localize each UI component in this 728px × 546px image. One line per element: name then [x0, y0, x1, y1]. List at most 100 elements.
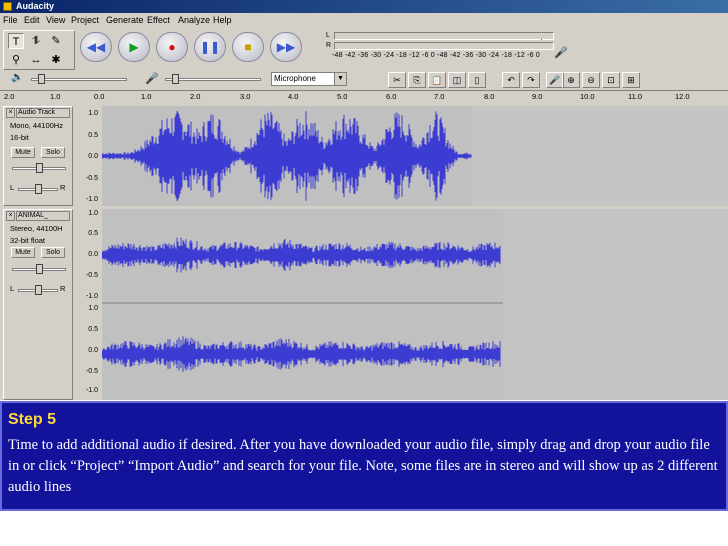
app-icon [3, 2, 12, 11]
close-track-icon[interactable]: × [6, 108, 15, 118]
gain-slider[interactable] [12, 264, 66, 274]
waveform-track-1[interactable] [102, 106, 472, 206]
draw-tool-icon[interactable]: ✎ [48, 33, 64, 49]
menu-file[interactable]: File [3, 13, 18, 28]
mute-button[interactable]: Mute [11, 147, 35, 158]
tools-toolbar: T ⥮ ✎ ⚲ ↔ ✱ [3, 30, 75, 70]
step-instruction-box: Step 5 Time to add additional audio if d… [0, 401, 728, 511]
menu-help[interactable]: Help [213, 13, 232, 28]
fit-project-icon[interactable]: ⊞ [622, 72, 640, 88]
scale-label: -0.5 [85, 272, 98, 279]
menu-effect[interactable]: Effect [147, 13, 170, 28]
scale-label: 0.0 [88, 251, 98, 258]
ruler-label: 4.0 [288, 92, 299, 101]
transport-toolbar: ◀◀ ▶ ● ❚❚ ■ ▶▶ [78, 30, 310, 64]
menu-view[interactable]: View [46, 13, 65, 28]
menu-analyze[interactable]: Analyze [178, 13, 210, 28]
scale-label: 1.0 [88, 210, 98, 217]
clip-indicator-icon: · [540, 34, 543, 44]
pan-slider[interactable] [18, 184, 58, 194]
scale-label: -1.0 [85, 196, 98, 203]
ruler-label: 8.0 [484, 92, 495, 101]
ruler-label: 11.0 [628, 92, 643, 101]
scale-label: 0.5 [88, 326, 98, 333]
ruler-label: 7.0 [434, 92, 445, 101]
pan-slider[interactable] [18, 285, 58, 295]
meter-left-label: L [326, 32, 330, 39]
pan-right-label: R [60, 183, 66, 192]
close-track-icon[interactable]: × [6, 211, 15, 221]
stop-button[interactable]: ■ [232, 32, 264, 62]
track-empty-area[interactable] [472, 106, 728, 206]
solo-button[interactable]: Solo [41, 147, 65, 158]
skip-start-button[interactable]: ◀◀ [80, 32, 112, 62]
record-button[interactable]: ● [156, 32, 188, 62]
zoom-tool-icon[interactable]: ⚲ [8, 52, 24, 68]
menu-edit[interactable]: Edit [24, 13, 40, 28]
zoom-in-icon[interactable]: ⊕ [562, 72, 580, 88]
audio-track-2: × ANIMAL_ Stereo, 44100H 32-bit float Mu… [0, 209, 728, 400]
menu-generate[interactable]: Generate [106, 13, 144, 28]
silence-icon[interactable]: ▯ [468, 72, 486, 88]
waveform-track-2[interactable] [102, 209, 503, 400]
audio-track-1: × Audio Track Mono, 44100Hz 16-bit Mute … [0, 106, 728, 206]
audacity-window: Audacity File Edit View Project Generate… [0, 0, 728, 400]
zoom-out-icon[interactable]: ⊖ [582, 72, 600, 88]
edit-toolbar: ✂ ⎘ 📋 ◫ ▯ ↶ ↷ 🎤 ⊕ ⊖ ⊡ ⊞ [380, 70, 728, 90]
mic-volume-icon: 🎤 [145, 73, 159, 85]
mute-button[interactable]: Mute [11, 247, 35, 258]
pan-left-label: L [10, 284, 15, 293]
menu-project[interactable]: Project [71, 13, 99, 28]
waveform-path [102, 336, 501, 372]
pan-left-label: L [10, 183, 15, 192]
envelope-tool-icon[interactable]: ⥮ [28, 33, 44, 49]
track-name-menu[interactable]: Audio Track [16, 108, 70, 118]
pause-button[interactable]: ❚❚ [194, 32, 226, 62]
record-icon: ● [168, 40, 176, 54]
scale-label: 0.5 [88, 230, 98, 237]
multi-tool-icon[interactable]: ✱ [48, 52, 64, 68]
scale-label: 0.5 [88, 132, 98, 139]
fit-selection-icon[interactable]: ⊡ [602, 72, 620, 88]
solo-button[interactable]: Solo [41, 247, 65, 258]
track-empty-area[interactable] [503, 209, 728, 400]
ruler-label: 12.0 [675, 92, 690, 101]
gain-slider[interactable] [12, 163, 66, 173]
scale-label: -0.5 [85, 175, 98, 182]
step-body-text: Time to add additional audio if desired.… [8, 437, 718, 495]
track-bitdepth: 32-bit float [10, 236, 46, 245]
input-volume-slider[interactable] [165, 74, 261, 84]
window-title: Audacity [16, 1, 55, 11]
paste-icon[interactable]: 📋 [428, 72, 446, 88]
track-vertical-scale: 1.0 0.5 0.0 -0.5 -1.0 [76, 106, 102, 206]
track-info-panel: × Audio Track Mono, 44100Hz 16-bit Mute … [3, 106, 73, 206]
trim-icon[interactable]: ◫ [448, 72, 466, 88]
selection-tool-icon[interactable]: T [8, 33, 24, 49]
output-volume-slider[interactable] [31, 74, 127, 84]
ruler-label: 3.0 [240, 92, 251, 101]
ruler-label: 1.0 [50, 92, 61, 101]
menu-bar: File Edit View Project Generate Effect A… [0, 13, 728, 28]
redo-icon[interactable]: ↷ [522, 72, 540, 88]
input-source-select[interactable]: Microphone ▼ [271, 72, 347, 86]
undo-icon[interactable]: ↶ [502, 72, 520, 88]
track-format: Stereo, 44100H [10, 224, 63, 233]
waveform-path [102, 237, 501, 273]
track-format: Mono, 44100Hz [10, 121, 63, 130]
waveform-graphic [102, 237, 503, 372]
copy-icon[interactable]: ⎘ [408, 72, 426, 88]
ruler-label: 9.0 [532, 92, 543, 101]
timeline-ruler[interactable]: 2.0 1.0 0.0 1.0 2.0 3.0 4.0 5.0 6.0 7.0 … [0, 90, 728, 104]
output-meter-right [334, 42, 554, 50]
ruler-label: 10.0 [580, 92, 595, 101]
ruler-label: 0.0 [94, 92, 105, 101]
skip-end-button[interactable]: ▶▶ [270, 32, 302, 62]
play-button[interactable]: ▶ [118, 32, 150, 62]
cut-icon[interactable]: ✂ [388, 72, 406, 88]
track-name-menu[interactable]: ANIMAL_ [16, 211, 70, 221]
scale-label: 1.0 [88, 110, 98, 117]
pan-right-label: R [60, 284, 66, 293]
track-bitdepth: 16-bit [10, 133, 29, 142]
timeshift-tool-icon[interactable]: ↔ [28, 52, 44, 68]
microphone-icon[interactable]: 🎤 [554, 46, 568, 59]
